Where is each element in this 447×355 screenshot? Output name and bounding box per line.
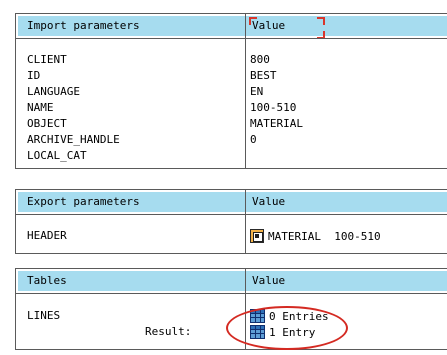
import-parameters-title: Import parameters [27,19,140,32]
param-name: LANGUAGE [27,85,80,98]
table-row: HEADER MATERIAL 100-510 [16,229,447,245]
param-value: BEST [250,69,277,82]
table-value-cell[interactable]: 0 Entries [250,309,329,323]
tables-value-column-header: Value [252,274,286,287]
table-icon[interactable] [250,309,265,323]
structure-icon[interactable] [250,229,264,243]
param-value-cell[interactable]: MATERIAL 100-510 [250,229,381,243]
table-entries: 0 Entries [269,309,329,323]
tables-title: Tables [27,274,67,287]
param-name: NAME [27,101,54,114]
cursor-bracket-top-right-icon [317,17,325,25]
import-parameters-header: Import parameters Value [18,16,447,36]
param-value: 800 [250,53,270,66]
param-name: LOCAL_CAT [27,149,87,162]
param-name: ID [27,69,41,82]
table-row: NAME 100-510 [16,101,447,117]
param-value: MATERIAL 100-510 [268,229,381,243]
param-value: 100-510 [250,101,297,114]
table-row: LANGUAGE EN [16,85,447,101]
table-row: ID BEST [16,69,447,85]
table-name: LINES [27,309,61,322]
table-row: LINES 0 Entries [16,309,447,325]
export-parameters-title: Export parameters [27,195,140,208]
tables-header: Tables Value [18,271,447,291]
param-value: MATERIAL [250,117,303,130]
table-icon[interactable] [250,325,265,339]
param-name: OBJECT [27,117,67,130]
param-name: ARCHIVE_HANDLE [27,133,120,146]
cursor-bracket-top-left-icon [249,17,257,25]
param-name: CLIENT [27,53,67,66]
param-name: HEADER [27,229,67,242]
result-label: Result: [145,325,192,338]
import-parameters-panel: Import parameters Value CLIENT 800 ID BE… [15,13,447,169]
result-entries: 1 Entry [269,325,316,339]
table-row: LOCAL_CAT [16,149,447,165]
tables-panel: Tables Value LINES 0 Entries Result: 1 E… [15,268,447,350]
table-row: Result: 1 Entry [16,325,447,341]
result-value-cell[interactable]: 1 Entry [250,325,315,339]
export-value-column-header: Value [252,195,286,208]
table-row: CLIENT 800 [16,53,447,69]
table-row: OBJECT MATERIAL [16,117,447,133]
tables-header-separator [16,293,447,294]
param-value: EN [250,85,264,98]
export-parameters-panel: Export parameters Value HEADER MATERIAL … [15,189,447,254]
export-header-separator [16,214,447,215]
import-header-separator [16,38,447,39]
table-row: ARCHIVE_HANDLE 0 [16,133,447,149]
param-value: 0 [250,133,257,146]
export-parameters-header: Export parameters Value [18,192,447,212]
